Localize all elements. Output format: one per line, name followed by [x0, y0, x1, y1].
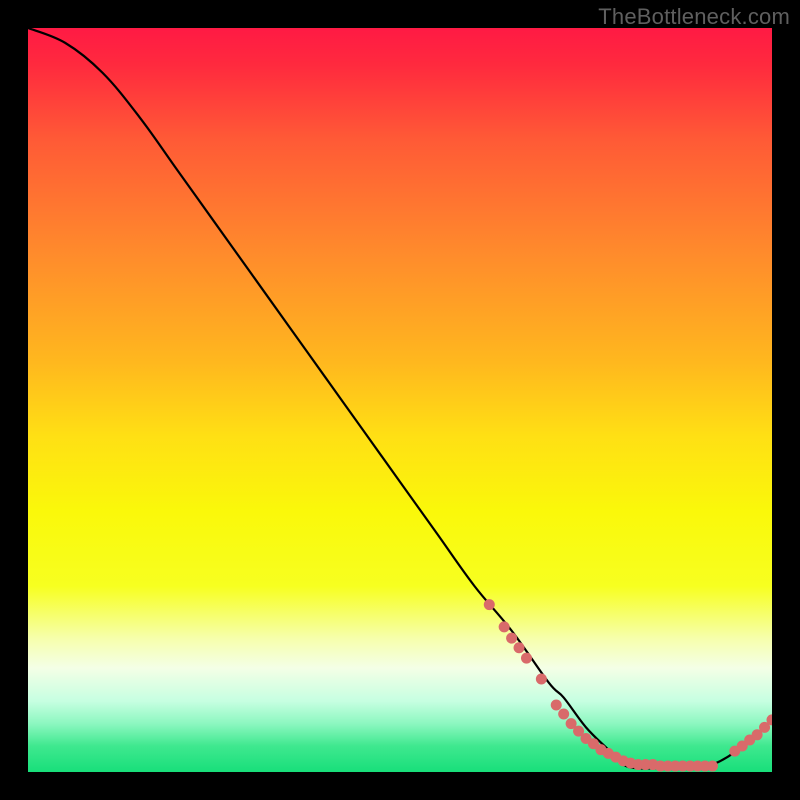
plot-svg: [28, 28, 772, 772]
data-dot: [499, 621, 510, 632]
data-dot: [551, 700, 562, 711]
chart-stage: TheBottleneck.com: [0, 0, 800, 800]
data-dot: [536, 674, 547, 685]
plot-area: [28, 28, 772, 772]
data-dot: [707, 761, 718, 772]
plot-background: [28, 28, 772, 772]
data-dot: [484, 599, 495, 610]
data-dot: [506, 633, 517, 644]
data-dot: [514, 642, 525, 653]
data-dot: [558, 708, 569, 719]
watermark-text: TheBottleneck.com: [598, 4, 790, 30]
data-dot: [521, 653, 532, 664]
